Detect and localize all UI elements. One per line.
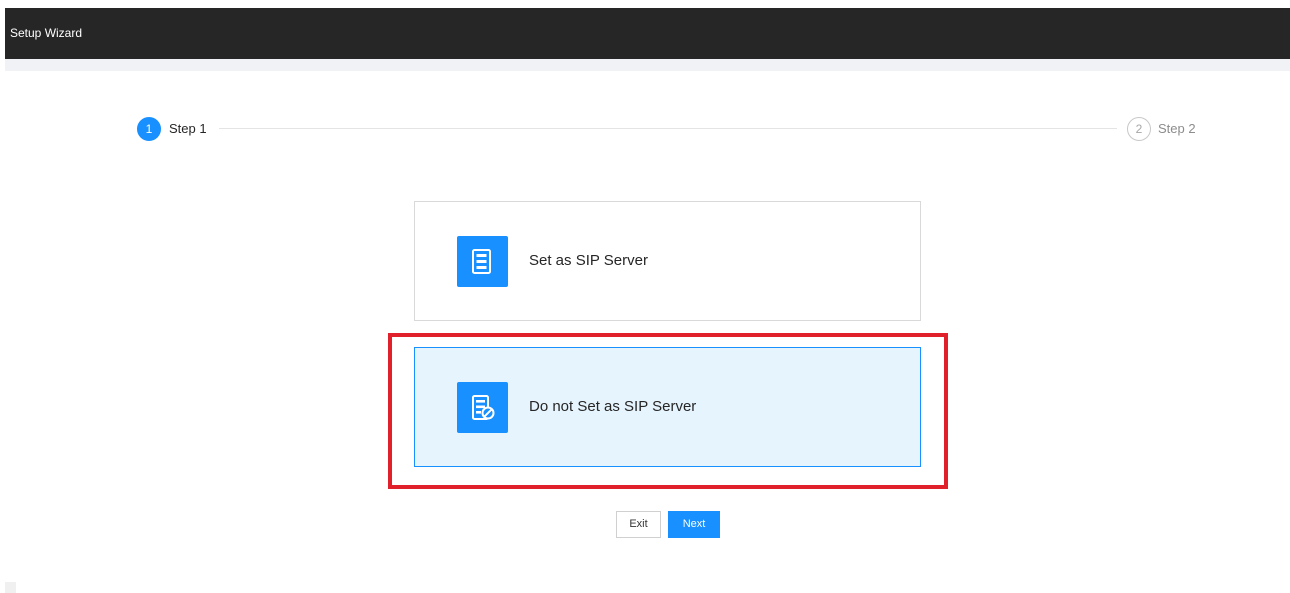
step-2-indicator: 2	[1127, 117, 1151, 141]
option-set-as-sip-server[interactable]: Set as SIP Server	[414, 201, 921, 321]
window-title: Setup Wizard	[10, 26, 83, 40]
option-label: Set as SIP Server	[529, 252, 648, 269]
title-bar: Setup Wizard	[5, 8, 1290, 59]
step-1-indicator: 1	[137, 117, 161, 141]
next-button[interactable]: Next	[668, 511, 720, 538]
server-icon	[457, 236, 508, 287]
step-1-label: Step 1	[169, 121, 207, 136]
option-label: Do not Set as SIP Server	[529, 398, 697, 415]
step-connector-line	[219, 128, 1117, 129]
server-disabled-icon	[457, 382, 508, 433]
title-bar-divider	[5, 59, 1290, 71]
step-2-label: Step 2	[1158, 121, 1196, 136]
setup-wizard-page: Setup Wizard 1 Step 1 2 Step 2 Set as SI…	[0, 0, 1290, 593]
corner-marker	[5, 582, 16, 593]
exit-button[interactable]: Exit	[616, 511, 661, 538]
step-progress: 1 Step 1 2 Step 2	[137, 116, 1207, 142]
option-do-not-set-as-sip-server[interactable]: Do not Set as SIP Server	[414, 347, 921, 467]
